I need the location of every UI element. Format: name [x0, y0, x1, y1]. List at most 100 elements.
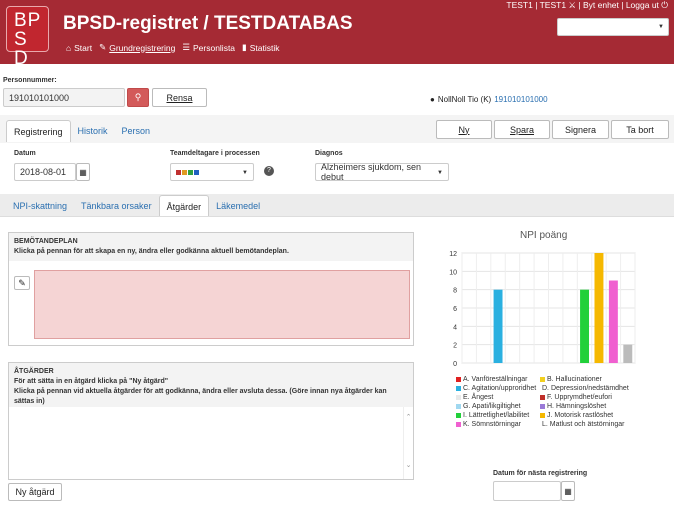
- next-registration-label: Datum för nästa registrering: [493, 470, 588, 477]
- personnummer-input[interactable]: 191010101000: [3, 88, 125, 107]
- legend-swatch: [540, 395, 545, 400]
- edit-icon: ✎: [99, 42, 107, 52]
- personnummer-label: Personnummer:: [3, 77, 57, 84]
- main-tabs: Registrering Historik Person: [6, 120, 157, 142]
- help-icon[interactable]: ?: [264, 166, 274, 176]
- plan-content: [34, 270, 410, 339]
- legend-item: L. Matlust och ätstörningar: [540, 420, 625, 429]
- tab-person[interactable]: Person: [115, 120, 158, 142]
- legend-label: F. Upprymdhet/eufori: [547, 394, 612, 401]
- main-nav: ⌂ Start ✎ Grundregistrering ☰ Personlista ▮…: [66, 42, 280, 53]
- unit-select[interactable]: ▼: [557, 18, 669, 36]
- y-tick-label: 4: [453, 324, 457, 331]
- legend-label: B. Hallucinationer: [547, 376, 602, 383]
- legend-row: C. Agitation/upproridhet D. Depression/ne…: [456, 384, 629, 393]
- sign-button[interactable]: Signera: [552, 120, 609, 139]
- next-registration-input[interactable]: [493, 481, 561, 501]
- search-button[interactable]: ⚲: [127, 88, 149, 107]
- save-button[interactable]: Spara: [494, 120, 550, 139]
- nav-grundregistrering[interactable]: ✎ Grundregistrering: [99, 42, 175, 53]
- legend-item: J. Motorisk rastlöshet: [540, 411, 622, 420]
- legend-label: E. Ångest: [463, 394, 494, 401]
- new-measure-button[interactable]: Ny åtgärd: [8, 483, 62, 501]
- y-tick-label: 6: [453, 306, 457, 313]
- tab-registrering[interactable]: Registrering: [6, 120, 71, 142]
- new-button[interactable]: Ny: [436, 120, 492, 139]
- user-bar[interactable]: TEST1 | TEST1 ⚔ | Byt enhet | Logga ut ⏻: [506, 0, 668, 11]
- legend-item: H. Hämningslöshet: [540, 402, 622, 411]
- user-icon: ●: [430, 95, 435, 104]
- nav-statistik[interactable]: ▮ Statistik: [242, 42, 279, 53]
- scrollbar[interactable]: ⌃ ⌄: [403, 407, 413, 479]
- legend-label: L. Matlust och ätstörningar: [542, 421, 625, 428]
- document-icon: ▮: [242, 42, 247, 52]
- legend-label: I. Lättretlighet/labilitet: [463, 412, 530, 419]
- pencil-icon: ✎: [18, 277, 26, 288]
- caret-down-icon: ▼: [437, 170, 443, 176]
- tab-lakemedel[interactable]: Läkemedel: [209, 195, 267, 217]
- nav-start[interactable]: ⌂ Start: [66, 42, 92, 53]
- diagnosis-select[interactable]: Alzheimers sjukdom, sen debut ▼: [315, 162, 449, 182]
- plan-header: BEMÖTANDEPLAN Klicka på pennan för att sk…: [9, 233, 413, 261]
- legend-item: K. Sömnstörningar: [456, 420, 538, 429]
- legend-row: A. Vanföreställningar B. Hallucinationer: [456, 375, 622, 384]
- patient-number-link[interactable]: 191010101000: [494, 95, 547, 104]
- legend-swatch: [456, 422, 461, 427]
- divider: [0, 216, 674, 217]
- legend-swatch: [456, 413, 461, 418]
- chart-legend: A. Vanföreställningar B. Hallucinationer C…: [456, 375, 629, 429]
- legend-item: F. Upprymdhet/eufori: [540, 393, 622, 402]
- list-icon: ☰: [182, 42, 190, 52]
- legend-label: H. Hämningslöshet: [547, 403, 607, 410]
- legend-item: E. Ångest: [456, 393, 538, 402]
- calendar-icon[interactable]: ▦: [76, 163, 90, 181]
- caret-down-icon: ▼: [242, 170, 248, 176]
- date-input[interactable]: 2018-08-01: [14, 163, 76, 181]
- caret-down-icon: ▼: [658, 24, 664, 30]
- npi-chart: 0 2 4 6 8 10 12: [449, 251, 636, 368]
- date-label: Datum: [14, 150, 36, 157]
- tab-atgarder[interactable]: Åtgärder: [158, 195, 210, 217]
- legend-row: G. Apati/likgiltighet H. Hämningslöshet: [456, 402, 622, 411]
- diagnosis-label: Diagnos: [315, 150, 343, 157]
- legend-swatch: [456, 404, 461, 409]
- legend-row: E. Ångest F. Upprymdhet/eufori: [456, 393, 622, 402]
- app-logo[interactable]: BP SD: [6, 6, 49, 68]
- tab-orsaker[interactable]: Tänkbara orsaker: [74, 195, 159, 217]
- legend-row: I. Lättretlighet/labilitet J. Motorisk ra…: [456, 411, 622, 420]
- team-select[interactable]: ▼: [170, 163, 254, 181]
- tab-historik[interactable]: Historik: [71, 120, 115, 142]
- legend-item: C. Agitation/upproridhet: [456, 384, 538, 393]
- legend-swatch: [540, 413, 545, 418]
- team-color-icons: [176, 169, 199, 175]
- nav-personlista[interactable]: ☰ Personlista: [182, 42, 235, 53]
- tab-npi[interactable]: NPI-skattning: [6, 195, 74, 217]
- legend-label: K. Sömnstörningar: [463, 421, 521, 428]
- clear-button[interactable]: Rensa: [152, 88, 207, 107]
- home-icon: ⌂: [66, 42, 72, 53]
- measures-header: ÅTGÄRDER För att sätta in en åtgärd klick…: [9, 363, 413, 407]
- legend-label: A. Vanföreställningar: [463, 376, 528, 383]
- y-tick-label: 10: [449, 269, 457, 276]
- bar-i: [580, 289, 590, 363]
- legend-label: C. Agitation/upproridhet: [463, 385, 537, 392]
- bar-k: [608, 280, 618, 363]
- delete-button[interactable]: Ta bort: [611, 120, 669, 139]
- legend-swatch: [456, 377, 461, 382]
- legend-label: D. Depression/nedstämdhet: [542, 385, 629, 392]
- app-header: BP SD BPSD-registret / TESTDATABAS ⌂ Star…: [0, 0, 674, 68]
- team-label: Teamdeltagare i processen: [170, 150, 260, 157]
- legend-label: G. Apati/likgiltighet: [463, 403, 521, 410]
- legend-swatch: [456, 386, 461, 391]
- y-tick-label: 0: [453, 361, 457, 368]
- bar-j: [594, 253, 604, 363]
- edit-plan-button[interactable]: ✎: [14, 276, 30, 290]
- scroll-up-icon[interactable]: ⌃: [404, 413, 413, 421]
- patient-info: ● NollNoll Tio (K) 191010101000: [430, 95, 548, 104]
- legend-swatch: [540, 404, 545, 409]
- y-tick-label: 12: [449, 251, 457, 258]
- y-tick-label: 2: [453, 343, 457, 350]
- calendar-icon[interactable]: ▦: [561, 481, 575, 501]
- scroll-down-icon[interactable]: ⌄: [404, 461, 413, 469]
- legend-row: K. Sömnstörningar L. Matlust och ätstörni…: [456, 420, 625, 429]
